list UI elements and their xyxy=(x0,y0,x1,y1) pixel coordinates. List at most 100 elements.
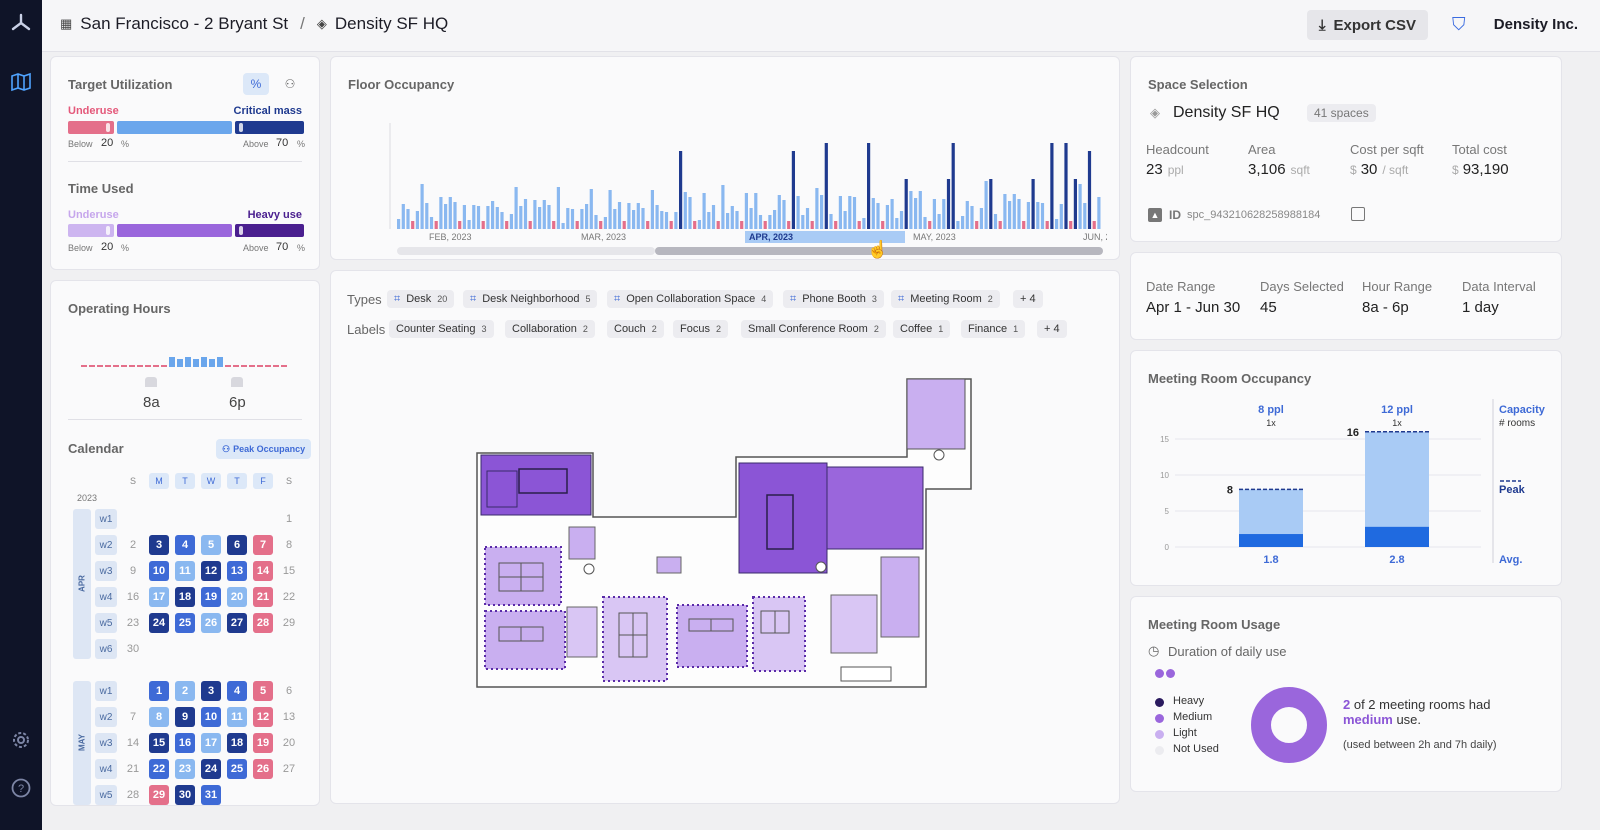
calendar-day[interactable]: 23 xyxy=(175,759,195,779)
calendar-day[interactable]: 17 xyxy=(201,733,221,753)
calendar-day[interactable]: 5 xyxy=(201,535,221,555)
week-label[interactable]: w5 xyxy=(95,613,117,633)
calendar-day[interactable]: 20 xyxy=(227,587,247,607)
more-labels-button[interactable]: + 4 xyxy=(1037,320,1067,338)
week-label[interactable]: w1 xyxy=(95,509,117,529)
calendar-day[interactable]: 18 xyxy=(227,733,247,753)
map-icon[interactable] xyxy=(9,70,33,94)
desk-neighborhood-1[interactable] xyxy=(484,546,562,606)
type-chip[interactable]: ⌗ Meeting Room 2 xyxy=(891,290,1000,308)
couch[interactable] xyxy=(656,556,682,574)
type-chip[interactable]: ⌗ Desk 20 xyxy=(387,290,455,308)
avg-bar[interactable] xyxy=(1239,534,1303,547)
calendar-day[interactable]: 7 xyxy=(253,535,273,555)
calendar-day[interactable]: 19 xyxy=(201,587,221,607)
calendar-day[interactable]: 10 xyxy=(201,707,221,727)
lounge[interactable] xyxy=(566,606,598,658)
calendar-day[interactable]: 24 xyxy=(201,759,221,779)
label-chip[interactable]: Focus 2 xyxy=(673,320,728,338)
time-below-value[interactable]: 20 xyxy=(101,241,113,253)
phone-booth-area[interactable] xyxy=(906,378,966,450)
week-label[interactable]: w4 xyxy=(95,759,117,779)
calendar-day[interactable]: 11 xyxy=(227,707,247,727)
range-value[interactable]: 8a - 6p xyxy=(1362,299,1409,316)
start-hour-handle[interactable] xyxy=(145,377,157,387)
label-chip[interactable]: Small Conference Room 2 xyxy=(741,320,886,338)
collaboration-space[interactable] xyxy=(880,556,920,638)
calendar-day[interactable]: 4 xyxy=(175,535,195,555)
calendar-day[interactable]: 30 xyxy=(175,785,195,805)
week-label[interactable]: w6 xyxy=(95,639,117,659)
calendar-day[interactable]: 5 xyxy=(253,681,273,701)
week-label[interactable]: w4 xyxy=(95,587,117,607)
calendar-day[interactable]: 26 xyxy=(253,759,273,779)
help-icon[interactable]: ? xyxy=(9,776,33,800)
calendar-day[interactable]: 9 xyxy=(175,707,195,727)
calendar-day[interactable]: 27 xyxy=(227,613,247,633)
label-chip[interactable]: Finance 1 xyxy=(961,320,1026,338)
desk-neighborhood-5[interactable] xyxy=(752,596,806,672)
type-chip[interactable]: ⌗ Open Collaboration Space 4 xyxy=(607,290,774,308)
time-above-value[interactable]: 70 xyxy=(276,241,288,253)
calendar-day[interactable]: 17 xyxy=(149,587,169,607)
more-types-button[interactable]: + 4 xyxy=(1013,290,1043,308)
calendar-day[interactable]: 29 xyxy=(149,785,169,805)
calendar-day[interactable]: 14 xyxy=(253,561,273,581)
calendar-day[interactable]: 19 xyxy=(253,733,273,753)
week-label[interactable]: w2 xyxy=(95,535,117,555)
week-label[interactable]: w5 xyxy=(95,785,117,805)
floor-plan-map[interactable] xyxy=(471,357,991,697)
calendar-day[interactable]: 12 xyxy=(253,707,273,727)
density-logo-icon[interactable] xyxy=(9,12,33,36)
label-chip[interactable]: Counter Seating 3 xyxy=(389,320,494,338)
week-label[interactable]: w2 xyxy=(95,707,117,727)
calendar-day[interactable]: 11 xyxy=(175,561,195,581)
calendar-day[interactable]: 3 xyxy=(149,535,169,555)
counter-seating[interactable] xyxy=(840,666,892,682)
export-csv-button[interactable]: ⤓ Export CSV xyxy=(1306,10,1428,40)
calendar-day[interactable]: 8 xyxy=(149,707,169,727)
small-conference-room[interactable] xyxy=(830,594,878,654)
calendar-day[interactable]: 28 xyxy=(253,613,273,633)
desk-neighborhood-4[interactable] xyxy=(676,604,748,668)
calendar-day[interactable]: 6 xyxy=(227,535,247,555)
calendar-day[interactable]: 21 xyxy=(253,587,273,607)
label-chip[interactable]: Couch 2 xyxy=(607,320,664,338)
desk-neighborhood-3[interactable] xyxy=(602,596,668,682)
breadcrumb-space[interactable]: Density SF HQ xyxy=(335,14,448,34)
calendar-day[interactable]: 18 xyxy=(175,587,195,607)
calendar-day[interactable]: 1 xyxy=(149,681,169,701)
week-label[interactable]: w3 xyxy=(95,561,117,581)
calendar-day[interactable]: 13 xyxy=(227,561,247,581)
calendar-day[interactable]: 15 xyxy=(149,733,169,753)
type-chip[interactable]: ⌗ Phone Booth 3 xyxy=(783,290,884,308)
meeting-room-a[interactable] xyxy=(480,454,592,516)
calendar-day[interactable]: 26 xyxy=(201,613,221,633)
gear-icon[interactable] xyxy=(9,728,33,752)
copy-icon[interactable] xyxy=(1351,207,1365,221)
calendar-day[interactable]: 24 xyxy=(149,613,169,633)
calendar-day[interactable]: 25 xyxy=(175,613,195,633)
label-chip[interactable]: Collaboration 2 xyxy=(505,320,595,338)
calendar-day[interactable]: 12 xyxy=(201,561,221,581)
label-chip[interactable]: Coffee 1 xyxy=(893,320,951,338)
calendar-day[interactable]: 31 xyxy=(201,785,221,805)
meeting-room-b[interactable] xyxy=(738,462,828,574)
percent-toggle[interactable]: % xyxy=(243,73,269,95)
peak-occupancy-toggle[interactable]: ⚇ Peak Occupancy xyxy=(216,439,312,459)
range-value[interactable]: Apr 1 - Jun 30 xyxy=(1146,299,1240,316)
week-label[interactable]: w1 xyxy=(95,681,117,701)
time-heavy-handle[interactable] xyxy=(239,226,243,235)
above-value[interactable]: 70 xyxy=(276,137,288,149)
range-value[interactable]: 45 xyxy=(1260,299,1277,316)
calendar-day[interactable]: 25 xyxy=(227,759,247,779)
calendar-day[interactable]: 4 xyxy=(227,681,247,701)
calendar-day[interactable]: 3 xyxy=(201,681,221,701)
end-hour-handle[interactable] xyxy=(231,377,243,387)
meeting-room-c[interactable] xyxy=(826,466,924,550)
week-label[interactable]: w3 xyxy=(95,733,117,753)
breadcrumb-site[interactable]: San Francisco - 2 Bryant St xyxy=(80,14,288,34)
calendar-day[interactable]: 10 xyxy=(149,561,169,581)
focus-room[interactable] xyxy=(568,526,596,560)
calendar-day[interactable]: 22 xyxy=(149,759,169,779)
